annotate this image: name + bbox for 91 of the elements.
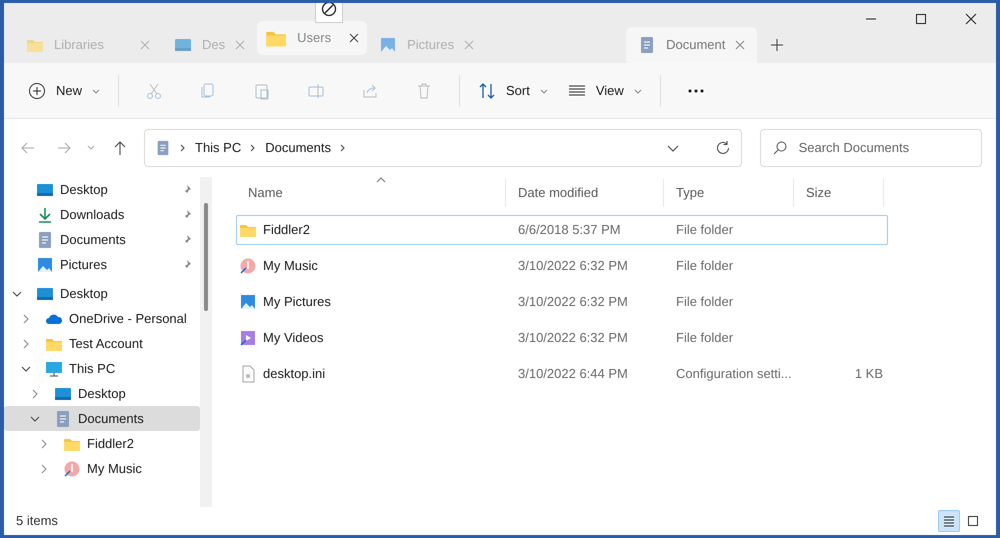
sidebar-item[interactable]: Documents [4, 227, 200, 252]
date-cell-text: 3/10/2022 6:32 PM [517, 293, 629, 312]
chevron-right-icon [338, 144, 347, 152]
details-view-icon[interactable] [938, 510, 960, 532]
pictures-icon [36, 256, 54, 274]
sidebar-item[interactable]: Downloads [4, 202, 200, 227]
column-header[interactable]: Size [794, 179, 884, 207]
tab[interactable]: Document [626, 27, 758, 63]
type-cell-text: File folder [675, 329, 734, 348]
plus-circle-icon [28, 82, 46, 100]
pictures-icon [379, 36, 398, 54]
document-icon [155, 140, 171, 156]
share-icon [361, 82, 380, 100]
table-row[interactable]: My Videos 3/10/2022 6:32 PM File folder [236, 323, 888, 353]
tree-item[interactable]: Desktop [4, 381, 200, 406]
scrollbar-thumb[interactable] [204, 203, 208, 311]
chevron-down-icon[interactable] [30, 414, 40, 424]
column-header[interactable]: Type [664, 179, 794, 207]
date-cell-text: 3/10/2022 6:44 PM [517, 365, 629, 384]
forward-icon[interactable] [56, 140, 72, 156]
maximize-icon [915, 13, 927, 25]
table-row[interactable]: My Music 3/10/2022 6:32 PM File folder [236, 251, 888, 281]
sidebar-item[interactable]: Pictures [4, 252, 200, 277]
chevron-right-icon [249, 144, 258, 152]
type-cell-text: File folder [675, 293, 734, 312]
size-cell-text: 1 KB [854, 365, 884, 384]
type-cell-text: Configuration setti... [675, 365, 793, 384]
tree-item[interactable]: This PC [4, 356, 200, 381]
refresh-icon[interactable] [715, 140, 731, 156]
rename-icon [307, 82, 326, 100]
column-header[interactable]: Date modified [506, 179, 664, 207]
file-name: Fiddler2 [263, 221, 310, 240]
file-name: My Videos [263, 329, 324, 348]
chevron-right-icon[interactable] [21, 338, 31, 348]
close-icon [965, 13, 977, 25]
search-icon [773, 141, 787, 155]
chevron-right-icon[interactable] [39, 464, 49, 474]
tree-item[interactable]: Desktop [4, 281, 200, 306]
sidebar-item[interactable]: Desktop [4, 177, 200, 202]
file-name: desktop.ini [263, 365, 326, 384]
chevron-right-icon[interactable] [39, 438, 49, 448]
chevron-right-icon [179, 144, 187, 152]
breadcrumb[interactable]: This PC [195, 138, 242, 158]
table-row[interactable]: desktop.ini 3/10/2022 6:44 PM Configuration setti... 1 KB [236, 359, 888, 389]
toolbar-button[interactable]: View [558, 72, 652, 108]
up-icon[interactable] [112, 140, 128, 156]
clipboard-icon [253, 82, 272, 100]
music-icon [239, 257, 257, 275]
breadcrumb[interactable]: Documents [265, 138, 331, 158]
tree-item[interactable]: OneDrive - Personal [4, 306, 200, 331]
table-row[interactable]: Fiddler2 6/6/2018 5:37 PM File folder [236, 215, 888, 245]
tree-item[interactable]: My Music [4, 456, 200, 481]
toolbar-button[interactable]: New [18, 72, 110, 108]
item-count: 5 items [16, 512, 58, 530]
chevron-right-icon[interactable] [21, 314, 31, 324]
back-icon[interactable] [20, 140, 36, 156]
pictures-icon [239, 293, 257, 311]
desktop-icon [174, 36, 192, 54]
chevron-down-icon [634, 86, 642, 94]
video-icon [239, 329, 257, 347]
music-icon [63, 460, 81, 478]
type-cell-text: File folder [675, 221, 734, 240]
tree-item[interactable]: Fiddler2 [4, 431, 200, 456]
file-name: My Pictures [263, 293, 331, 312]
chevron-down-icon[interactable] [12, 288, 22, 298]
document-icon [54, 410, 72, 428]
search-input[interactable]: Search Documents [798, 138, 969, 158]
date-cell-text: 3/10/2022 6:32 PM [517, 257, 629, 276]
search-field[interactable]: Search Documents [760, 129, 982, 167]
chevron-down-icon [540, 86, 548, 94]
address-bar[interactable]: This PC Documents [144, 129, 742, 167]
chevron-right-icon[interactable] [30, 388, 40, 398]
file-name: My Music [263, 257, 318, 276]
toolbar-button[interactable]: Sort [468, 72, 558, 108]
type-cell-text: File folder [675, 257, 734, 276]
chevron-down-icon[interactable] [21, 364, 31, 374]
more-icon [686, 88, 705, 92]
tree-item[interactable]: Documents [4, 406, 200, 431]
document-icon [36, 230, 54, 248]
chevron-down-icon [92, 86, 100, 94]
tree-item[interactable]: Test Account [4, 331, 200, 356]
download-icon [36, 206, 54, 224]
sort-icon [478, 82, 496, 100]
monitor-icon [45, 360, 63, 378]
column-header[interactable]: Name [236, 179, 506, 207]
cut-icon [145, 82, 164, 100]
close-icon[interactable] [349, 33, 360, 43]
date-cell-text: 3/10/2022 6:32 PM [517, 329, 629, 348]
date-cell-text: 6/6/2018 5:37 PM [517, 221, 622, 240]
table-row[interactable]: My Pictures 3/10/2022 6:32 PM File folder [236, 287, 888, 317]
no-drop-cursor-icon [315, 3, 344, 23]
